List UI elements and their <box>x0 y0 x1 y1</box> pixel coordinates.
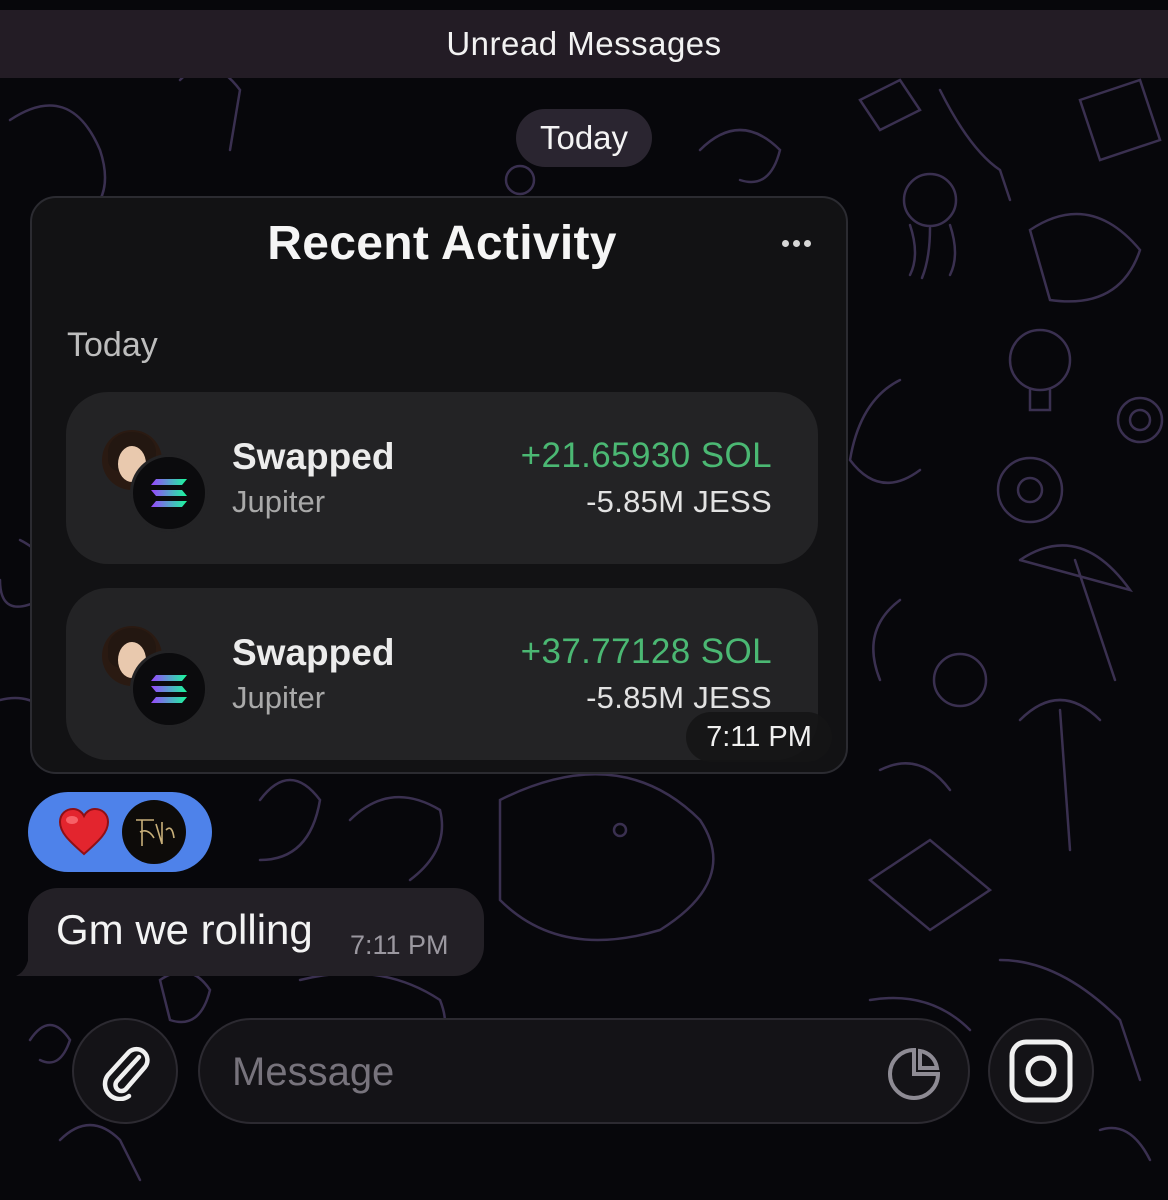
amount-sent: -5.85M JESS <box>586 484 772 519</box>
card-title: Recent Activity <box>267 217 617 270</box>
unread-messages-banner: Unread Messages <box>0 10 1168 78</box>
amount-received: +37.77128 SOL <box>520 632 772 671</box>
message-input[interactable]: Message <box>198 1018 970 1124</box>
message-bubble[interactable]: Gm we rolling 7:11 PM <box>28 888 484 976</box>
heart-icon <box>58 808 110 856</box>
attach-button[interactable] <box>72 1018 178 1124</box>
reactor-avatar <box>122 800 186 864</box>
recent-activity-card[interactable]: Recent Activity Today Swapped Jupiter +2… <box>30 196 848 774</box>
sticker-icon[interactable] <box>886 1046 942 1102</box>
transaction-subtitle: Jupiter <box>232 680 326 715</box>
section-label: Today <box>67 326 158 364</box>
solana-logo-icon <box>130 454 208 532</box>
message-timestamp: 7:11 PM <box>686 712 832 762</box>
message-placeholder: Message <box>232 1050 395 1094</box>
paperclip-icon <box>102 1046 150 1101</box>
reaction-pill[interactable] <box>28 792 212 872</box>
transaction-subtitle: Jupiter <box>232 484 326 519</box>
more-horizontal-icon[interactable] <box>782 240 811 247</box>
transaction-title: Swapped <box>232 632 395 673</box>
date-separator-label: Today <box>539 119 629 156</box>
transaction-row[interactable]: Swapped Jupiter +21.65930 SOL -5.85M JES… <box>66 392 818 564</box>
message-time: 7:11 PM <box>350 930 449 960</box>
solana-logo-icon <box>130 650 208 728</box>
amount-sent: -5.85M JESS <box>586 680 772 715</box>
unread-messages-label: Unread Messages <box>446 25 722 62</box>
date-separator: Today <box>516 109 652 167</box>
camera-icon <box>1009 1039 1073 1103</box>
camera-button[interactable] <box>988 1018 1094 1124</box>
amount-received: +21.65930 SOL <box>520 436 772 475</box>
message-text: Gm we rolling <box>56 906 313 953</box>
transaction-title: Swapped <box>232 436 395 477</box>
